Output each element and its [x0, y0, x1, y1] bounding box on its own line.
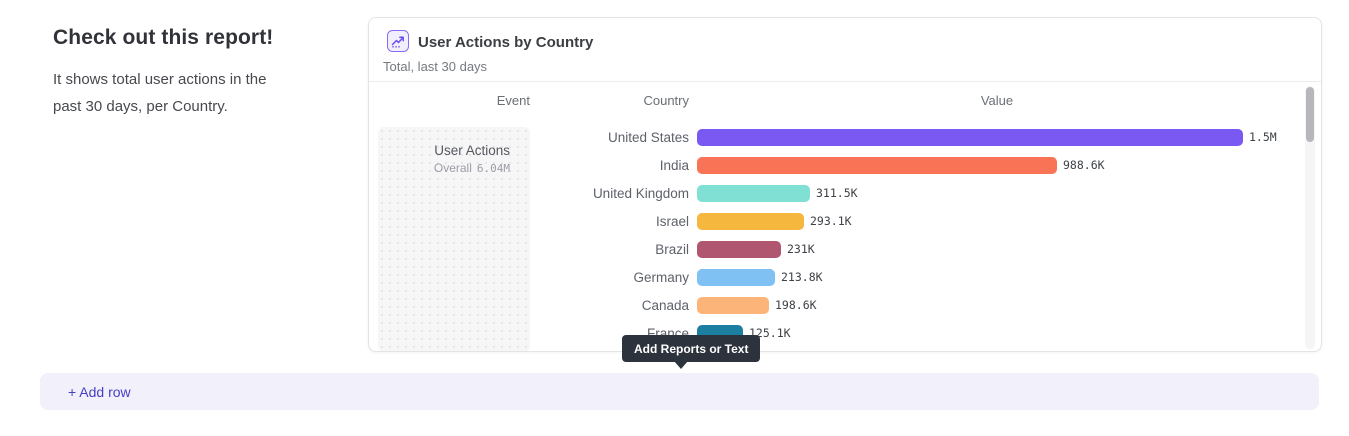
bar-chart-area: Event Country Value User Actions Overall…	[369, 83, 1321, 351]
country-label: United States	[530, 130, 697, 145]
column-header-country: Country	[530, 93, 689, 108]
country-label: United Kingdom	[530, 186, 697, 201]
chart-row: United Kingdom 311.5K	[530, 179, 1290, 207]
bar-segment[interactable]	[697, 241, 781, 258]
add-reports-tooltip: Add Reports or Text	[622, 335, 760, 362]
country-label: Canada	[530, 298, 697, 313]
tooltip-label: Add Reports or Text	[634, 342, 748, 356]
value-label: 198.6K	[775, 298, 817, 312]
column-header-value: Value	[702, 93, 1292, 108]
text-widget-body: It shows total user actions in the past …	[53, 66, 298, 120]
value-label: 293.1K	[810, 214, 852, 228]
value-label: 311.5K	[816, 186, 858, 200]
chart-row: Canada 198.6K	[530, 291, 1290, 319]
bar-segment[interactable]	[697, 157, 1057, 174]
chart-scrollbar[interactable]	[1305, 86, 1315, 349]
report-card-header: User Actions by Country Total, last 30 d…	[369, 18, 1321, 82]
event-cell[interactable]: User Actions Overall 6.04M	[378, 127, 530, 351]
chart-row: Brazil 231K	[530, 235, 1290, 263]
bar-segment[interactable]	[697, 297, 769, 314]
report-title[interactable]: User Actions by Country	[418, 34, 593, 51]
scrollbar-thumb[interactable]	[1306, 87, 1314, 142]
country-label: Brazil	[530, 242, 697, 257]
chart-row: Israel 293.1K	[530, 207, 1290, 235]
event-overall-value: 6.04M	[477, 162, 510, 175]
bar-segment[interactable]	[697, 213, 804, 230]
dashboard-canvas: Check out this report! It shows total us…	[0, 0, 1349, 436]
country-label: India	[530, 158, 697, 173]
text-widget[interactable]: Check out this report! It shows total us…	[53, 26, 353, 120]
value-label: 1.5M	[1249, 130, 1277, 144]
chart-row: India 988.6K	[530, 151, 1290, 179]
country-label: Germany	[530, 270, 697, 285]
value-label: 231K	[787, 242, 815, 256]
add-row-button[interactable]: + Add row	[40, 373, 1319, 410]
chart-row: United States 1.5M	[530, 123, 1290, 151]
add-row-label: + Add row	[68, 384, 131, 400]
bar-segment[interactable]	[697, 129, 1243, 146]
tooltip-caret	[674, 361, 688, 369]
column-header-event: Event	[378, 93, 530, 108]
chart-rows: United States 1.5M India 988.6K United Kingd…	[530, 123, 1290, 347]
chart-row: Germany 213.8K	[530, 263, 1290, 291]
event-name: User Actions	[378, 143, 510, 158]
report-card[interactable]: User Actions by Country Total, last 30 d…	[368, 17, 1322, 352]
value-label: 988.6K	[1063, 158, 1105, 172]
bar-segment[interactable]	[697, 269, 775, 286]
value-label: 213.8K	[781, 270, 823, 284]
bar-segment[interactable]	[697, 185, 810, 202]
country-label: Israel	[530, 214, 697, 229]
event-overall: Overall 6.04M	[378, 161, 510, 175]
report-subtitle: Total, last 30 days	[383, 59, 487, 74]
text-widget-heading: Check out this report!	[53, 26, 353, 50]
event-overall-label: Overall	[434, 161, 472, 175]
line-chart-icon	[387, 30, 409, 52]
